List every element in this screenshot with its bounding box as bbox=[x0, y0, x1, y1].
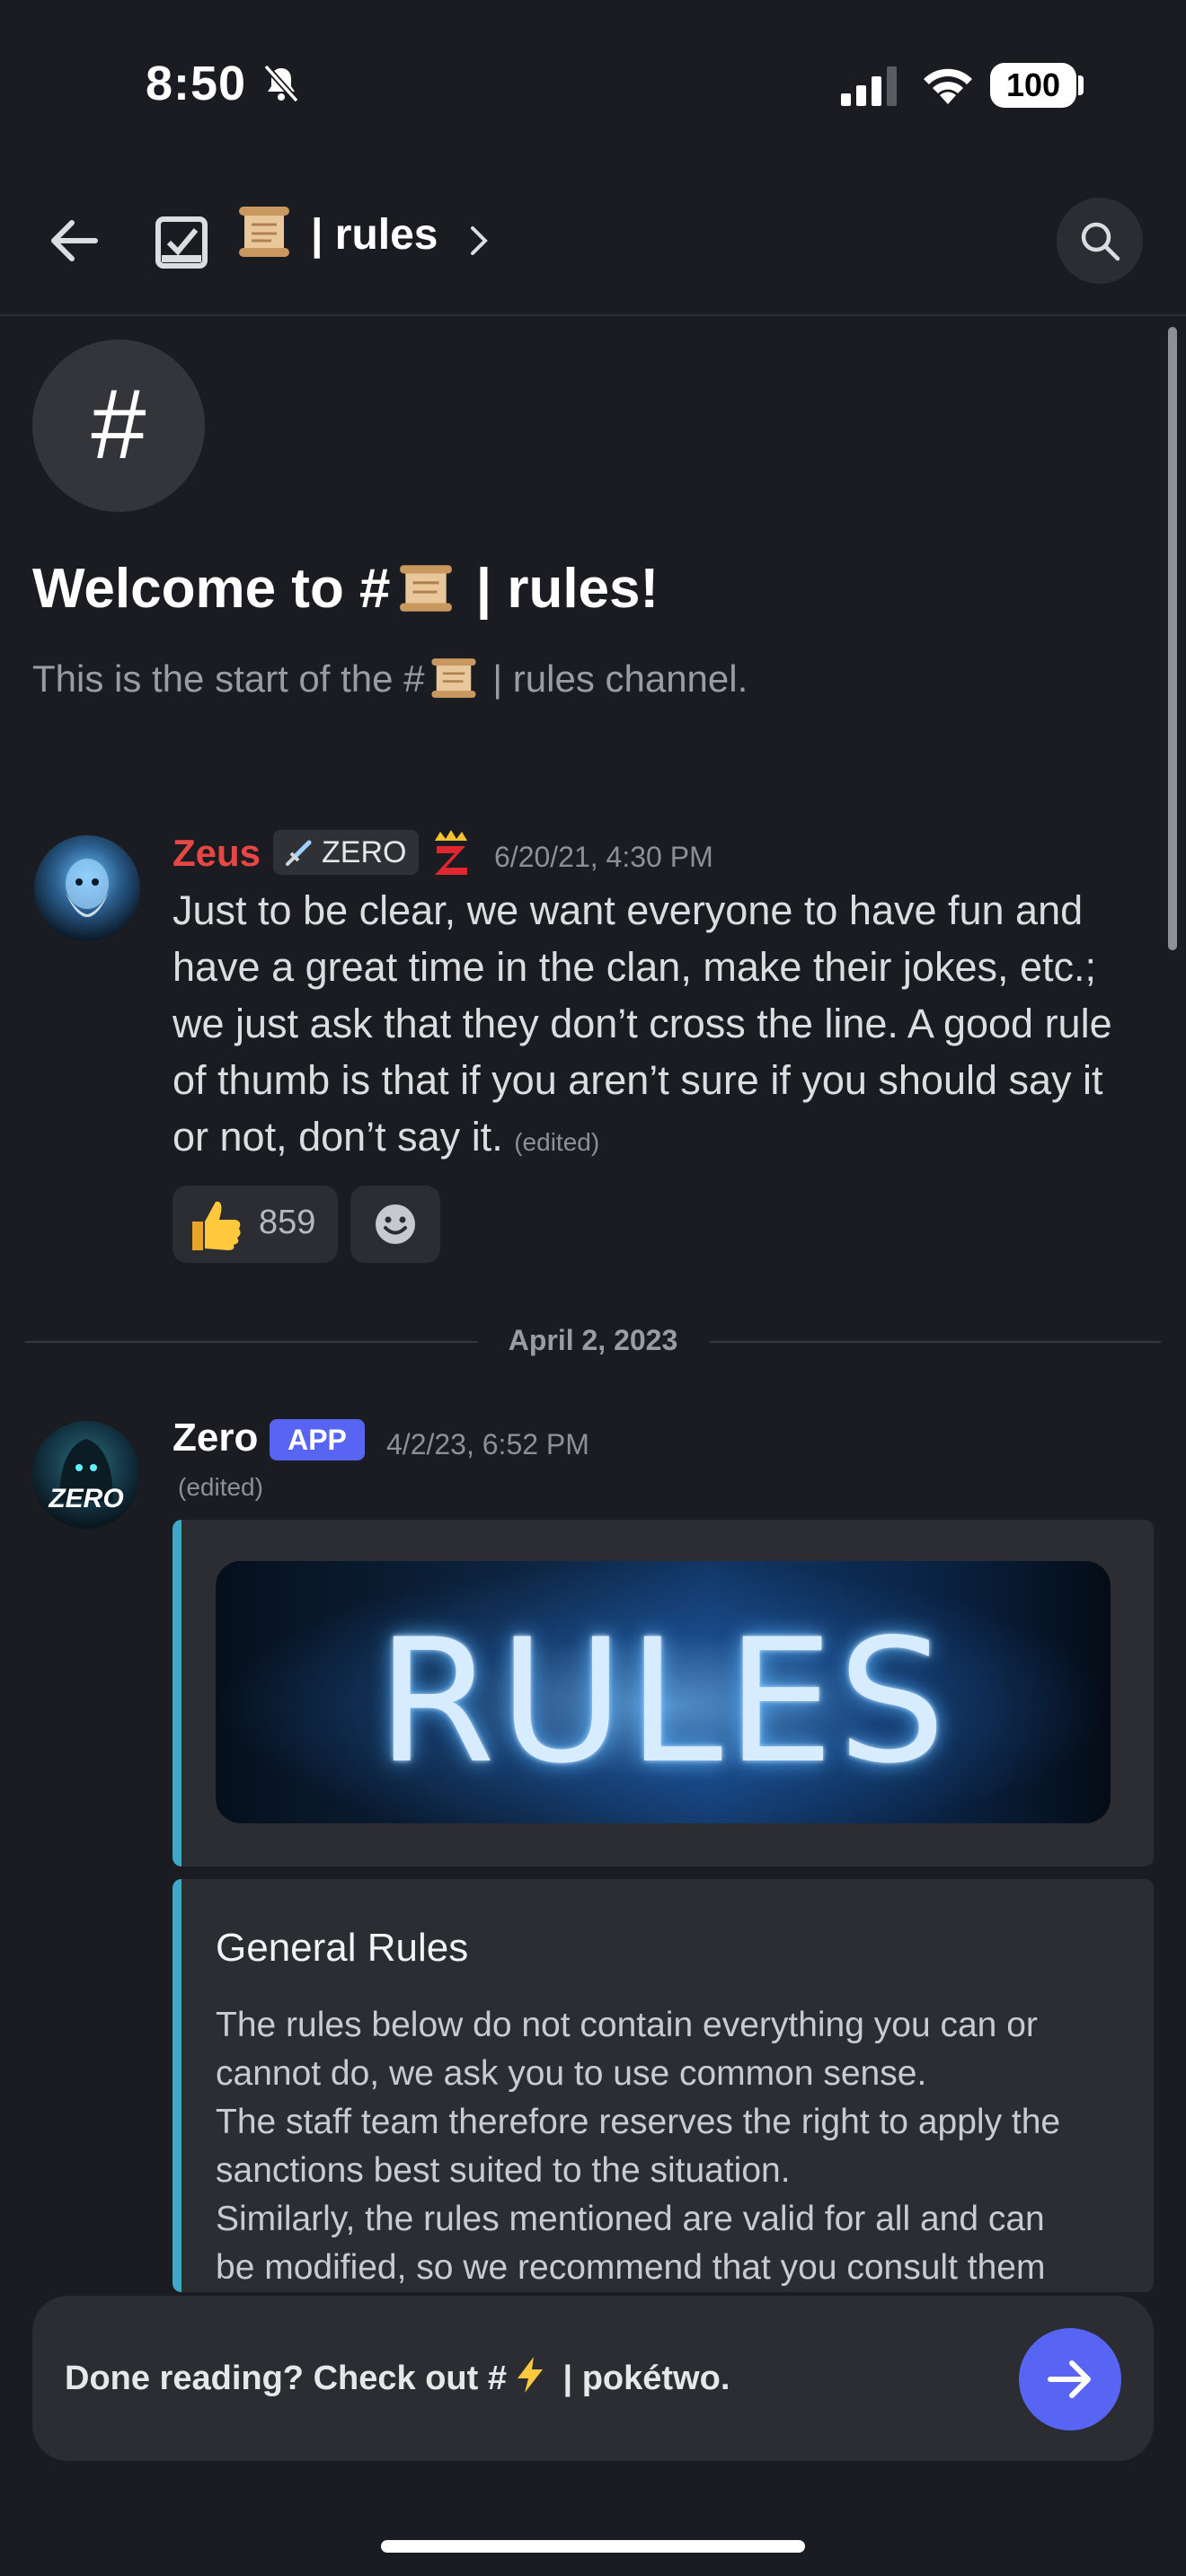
welcome-title: Welcome to # | rules! bbox=[32, 557, 659, 621]
bell-muted-icon bbox=[263, 64, 299, 103]
thumbs-up-icon bbox=[192, 1201, 241, 1250]
edited-label: (edited) bbox=[178, 1473, 263, 1501]
lightning-icon bbox=[517, 2357, 543, 2393]
back-arrow-icon[interactable] bbox=[47, 214, 101, 268]
reaction-thumbs-up[interactable]: 859 bbox=[173, 1186, 338, 1263]
rules-banner-image[interactable]: RULES bbox=[216, 1561, 1111, 1823]
battery-tip bbox=[1078, 75, 1084, 95]
message-body: Just to be clear, we want everyone to ha… bbox=[173, 887, 1112, 1160]
message-timestamp: 6/20/21, 4:30 PM bbox=[494, 841, 713, 873]
header-divider bbox=[0, 314, 1186, 316]
guild-tag[interactable]: ZERO bbox=[273, 830, 420, 875]
embed-accent-bar bbox=[173, 1879, 181, 2292]
embed-line: Similarly, the rules mentioned are valid… bbox=[216, 2200, 1045, 2238]
crown-z-icon bbox=[435, 830, 467, 875]
status-time: 8:50 bbox=[146, 57, 247, 110]
done-reading-text[interactable]: Done reading? Check out # | pokétwo. bbox=[65, 2355, 730, 2398]
message-text: Just to be clear, we want everyone to ha… bbox=[173, 882, 1143, 1170]
avatar[interactable] bbox=[34, 835, 140, 941]
welcome-subtitle-suffix: | rules channel. bbox=[482, 657, 748, 700]
date-divider-line bbox=[25, 1341, 478, 1343]
battery-indicator: 100 bbox=[990, 63, 1076, 108]
arrow-right-icon bbox=[1048, 2360, 1091, 2398]
add-reaction-button[interactable] bbox=[350, 1186, 440, 1263]
edited-label: (edited) bbox=[514, 1128, 600, 1156]
embed-line: sanctions best suited to the situation. bbox=[216, 2151, 791, 2190]
embed-accent-bar bbox=[173, 1520, 181, 1866]
message-author[interactable]: Zero bbox=[173, 1416, 258, 1460]
done-reading-suffix: | pokétwo. bbox=[553, 2360, 730, 2397]
cellular-signal-icon bbox=[841, 66, 897, 106]
welcome-title-prefix: Welcome to # bbox=[32, 558, 391, 620]
scroll-icon bbox=[399, 565, 452, 612]
avatar[interactable]: ZERO bbox=[32, 1421, 140, 1529]
embed-line: be modified, so we recommend that you co… bbox=[216, 2248, 1046, 2287]
embed-line: cannot do, we ask you to use common sens… bbox=[216, 2054, 927, 2093]
scrollbar[interactable] bbox=[1168, 327, 1177, 950]
sword-icon bbox=[286, 840, 312, 866]
embed-line: The rules below do not contain everythin… bbox=[216, 2006, 1038, 2044]
wifi-icon bbox=[924, 68, 972, 104]
guild-tag-label: ZERO bbox=[322, 835, 407, 869]
message-author[interactable]: Zeus bbox=[173, 832, 261, 875]
chevron-right-icon[interactable] bbox=[469, 225, 491, 257]
message-timestamp: 4/2/23, 6:52 PM bbox=[386, 1428, 589, 1460]
app-badge: APP bbox=[270, 1419, 365, 1460]
welcome-subtitle-prefix: This is the start of the # bbox=[32, 657, 425, 700]
date-divider-line bbox=[710, 1341, 1161, 1343]
smiley-icon bbox=[376, 1204, 415, 1244]
scroll-icon bbox=[239, 207, 289, 257]
embed-description: The rules below do not contain everythin… bbox=[216, 2001, 1114, 2292]
checklist-channel-icon bbox=[155, 216, 208, 269]
welcome-subtitle: This is the start of the # | rules chann… bbox=[32, 656, 748, 701]
channel-title[interactable]: | rules bbox=[311, 210, 438, 260]
embed-title: General Rules bbox=[216, 1926, 469, 1970]
welcome-title-suffix: | rules! bbox=[460, 558, 659, 620]
search-button[interactable] bbox=[1057, 198, 1143, 284]
home-indicator[interactable] bbox=[381, 2540, 805, 2553]
banner-text: RULES bbox=[376, 1602, 950, 1801]
channel-hash-icon: # bbox=[32, 340, 205, 512]
go-to-channel-button[interactable] bbox=[1019, 2328, 1121, 2430]
zeus-avatar-icon bbox=[66, 859, 109, 917]
embed-line: The staff team therefore reserves the ri… bbox=[216, 2103, 1061, 2141]
scroll-icon bbox=[431, 658, 476, 698]
avatar-label: ZERO bbox=[49, 1484, 124, 1513]
search-icon bbox=[1081, 222, 1120, 261]
done-reading-prefix: Done reading? Check out # bbox=[65, 2360, 507, 2397]
date-divider: April 2, 2023 bbox=[508, 1324, 678, 1356]
reaction-count: 859 bbox=[259, 1204, 316, 1241]
